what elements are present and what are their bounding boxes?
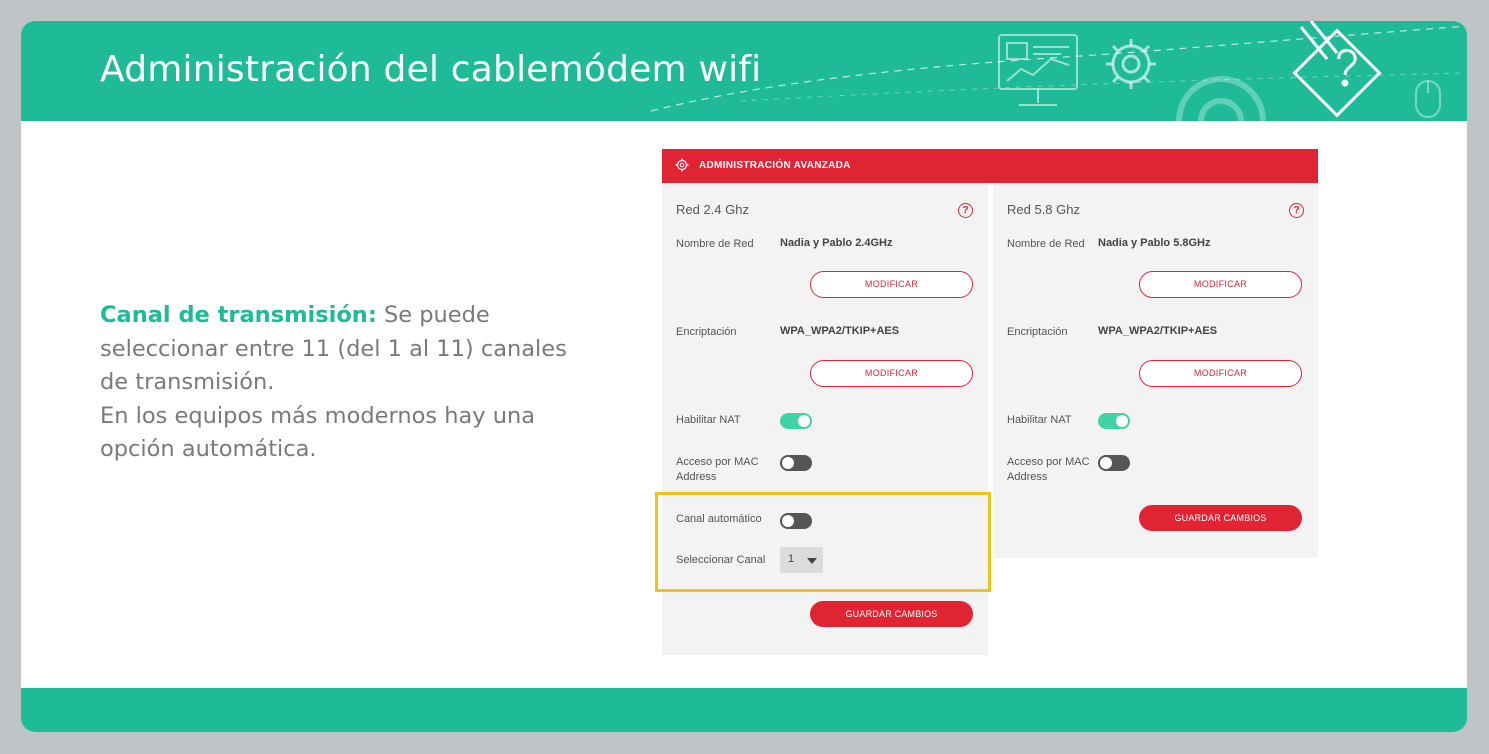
modify-network-name-button[interactable]: MODIFICAR [810, 271, 973, 298]
nat-toggle[interactable] [780, 413, 812, 429]
description-line-4: En los equipos más modernos hay una [100, 402, 536, 429]
pencil-question-icon [1292, 21, 1382, 118]
mac-access-label-line2: Address [1007, 471, 1048, 483]
toggle-knob [782, 457, 794, 469]
settings-icon [675, 158, 689, 172]
description-line-5: opción automática. [100, 436, 317, 462]
toggle-knob [798, 415, 810, 427]
mac-access-label-line1: Acceso por MAC [676, 456, 759, 468]
monitor-icon [998, 34, 1078, 106]
header-decoration [650, 21, 1467, 121]
modify-encryption-button[interactable]: MODIFICAR [810, 360, 973, 387]
large-gear-icon [1176, 76, 1266, 121]
panel-title: Red 5.8 Ghz [1007, 202, 1080, 217]
network-name-value: Nadia y Pablo 5.8GHz [1098, 237, 1211, 249]
description-line-3: de transmisión. [100, 369, 275, 395]
help-icon[interactable]: ? [958, 203, 973, 218]
save-changes-button[interactable]: GUARDAR CAMBIOS [810, 601, 973, 627]
router-title: ADMINISTRACIÓN AVANZADA [699, 160, 851, 171]
network-name-label: Nombre de Red [676, 238, 754, 250]
panel-title: Red 2.4 Ghz [676, 202, 749, 217]
network-panel-58ghz: Red 5.8 Ghz ? Nombre de Red Nadia y Pabl… [993, 183, 1318, 558]
help-icon[interactable]: ? [1289, 203, 1304, 218]
mac-access-toggle[interactable] [1098, 455, 1130, 471]
mac-access-label: Acceso por MAC Address [676, 455, 759, 485]
nat-label: Habilitar NAT [1007, 414, 1072, 426]
mac-access-toggle[interactable] [780, 455, 812, 471]
description-line-1: Canal de transmisión: Se puede [100, 299, 590, 333]
encryption-label: Encriptación [676, 326, 737, 338]
encryption-value: WPA_WPA2/TKIP+AES [780, 325, 900, 337]
channel-highlight-box [655, 492, 991, 592]
toggle-knob [1116, 415, 1128, 427]
modify-encryption-button[interactable]: MODIFICAR [1139, 360, 1302, 387]
network-name-label: Nombre de Red [1007, 238, 1085, 250]
mac-access-label-line2: Address [676, 471, 717, 483]
description-line-2: seleccionar entre 11 (del 1 al 11) canal… [100, 335, 567, 362]
gear-icon [1106, 39, 1156, 89]
save-changes-button[interactable]: GUARDAR CAMBIOS [1139, 505, 1302, 531]
description-keyword: Canal de transmisión: [100, 302, 377, 328]
mac-access-label: Acceso por MAC Address [1007, 455, 1090, 485]
mac-access-label-line1: Acceso por MAC [1007, 456, 1090, 468]
description-text: Se puede [376, 302, 490, 328]
network-name-value: Nadia y Pablo 2.4GHz [780, 237, 893, 249]
toggle-knob [1100, 457, 1112, 469]
description: Canal de transmisión: Se puede seleccion… [100, 299, 590, 467]
slide: Administración del cablemódem wifi Canal… [21, 21, 1467, 732]
mouse-icon [1415, 80, 1441, 118]
nat-label: Habilitar NAT [676, 414, 741, 426]
modify-network-name-button[interactable]: MODIFICAR [1139, 271, 1302, 298]
encryption-label: Encriptación [1007, 326, 1068, 338]
footer-band [21, 688, 1467, 732]
nat-toggle[interactable] [1098, 413, 1130, 429]
encryption-value: WPA_WPA2/TKIP+AES [1098, 325, 1218, 337]
router-title-bar: ADMINISTRACIÓN AVANZADA [662, 149, 1318, 183]
header-banner: Administración del cablemódem wifi [21, 21, 1467, 121]
